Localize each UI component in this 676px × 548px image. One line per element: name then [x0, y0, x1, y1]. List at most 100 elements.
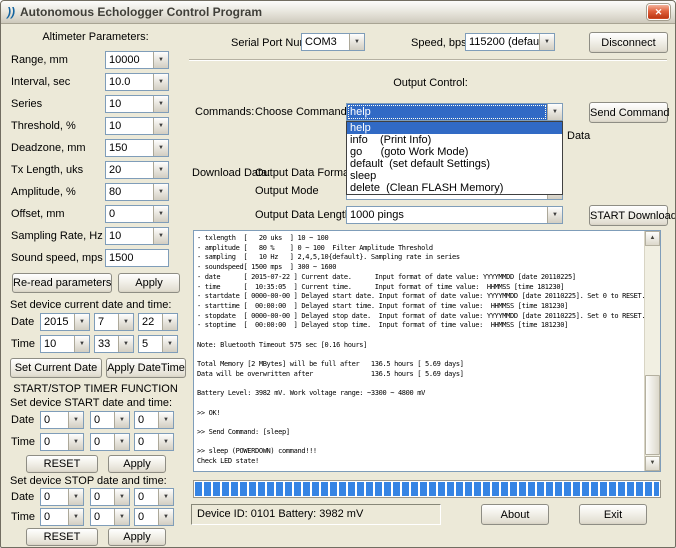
start-month-combo[interactable]: 0 ▼	[90, 411, 130, 429]
deadzone-combo[interactable]: 150 ▼	[105, 139, 169, 157]
start-reset-button[interactable]: RESET	[26, 455, 98, 473]
scroll-up-icon[interactable]: ▲	[645, 231, 660, 246]
chevron-down-icon[interactable]: ▼	[153, 206, 168, 222]
start-second-combo[interactable]: 0 ▼	[134, 433, 174, 451]
start-time-row: Time 0 ▼ 0 ▼ 0 ▼	[4, 433, 187, 453]
chevron-down-icon[interactable]: ▼	[118, 336, 133, 352]
chevron-down-icon[interactable]: ▼	[153, 52, 168, 68]
set-current-date-button[interactable]: Set Current Date	[10, 358, 102, 378]
scrollbar-thumb[interactable]	[645, 375, 660, 455]
stop-day-combo[interactable]: 0 ▼	[134, 488, 174, 506]
combo-value: 0	[91, 412, 114, 428]
chevron-down-icon[interactable]: ▼	[153, 162, 168, 178]
combo-value: 0	[41, 434, 68, 450]
stop-minute-combo[interactable]: 0 ▼	[90, 508, 130, 526]
output-data-length-combo[interactable]: 1000 pings ▼	[346, 206, 563, 224]
chevron-down-icon[interactable]: ▼	[539, 34, 554, 50]
speed-combo[interactable]: 115200 (default) ▼	[465, 33, 555, 51]
start-download-button[interactable]: START Download	[589, 205, 668, 226]
dropdown-option-info[interactable]: info (Print Info)	[347, 134, 562, 146]
chevron-down-icon[interactable]: ▼	[68, 434, 83, 450]
app-window: )) Autonomous Echologger Control Program…	[0, 0, 676, 548]
start-year-combo[interactable]: 0 ▼	[40, 411, 84, 429]
chevron-down-icon[interactable]: ▼	[114, 434, 129, 450]
scrollbar-track[interactable]	[645, 246, 660, 456]
range-combo[interactable]: 10000 ▼	[105, 51, 169, 69]
chevron-down-icon[interactable]: ▼	[74, 336, 89, 352]
current-second-combo[interactable]: 5 ▼	[138, 335, 178, 353]
stop-reset-button[interactable]: RESET	[26, 528, 98, 546]
title-bar[interactable]: )) Autonomous Echologger Control Program…	[1, 1, 675, 24]
apply-parameters-button[interactable]: Apply	[118, 273, 180, 293]
param-row: Series 10 ▼	[4, 95, 187, 115]
amplitude-combo[interactable]: 80 ▼	[105, 183, 169, 201]
start-hour-combo[interactable]: 0 ▼	[40, 433, 84, 451]
chevron-down-icon[interactable]: ▼	[158, 489, 173, 505]
stop-second-combo[interactable]: 0 ▼	[134, 508, 174, 526]
dropdown-option-delete[interactable]: delete (Clean FLASH Memory)	[347, 182, 562, 194]
current-month-combo[interactable]: 7 ▼	[94, 313, 134, 331]
terminal-scrollbar[interactable]: ▲ ▼	[644, 231, 660, 471]
close-button[interactable]: ✕	[647, 4, 670, 20]
start-day-combo[interactable]: 0 ▼	[134, 411, 174, 429]
chevron-down-icon[interactable]: ▼	[153, 184, 168, 200]
interval-combo[interactable]: 10.0 ▼	[105, 73, 169, 91]
apply-datetime-button[interactable]: Apply DateTime	[106, 358, 186, 378]
chevron-down-icon[interactable]: ▼	[68, 509, 83, 525]
start-buttons-row: RESET Apply	[4, 455, 187, 475]
chevron-down-icon[interactable]: ▼	[114, 509, 129, 525]
current-hour-combo[interactable]: 10 ▼	[40, 335, 90, 353]
date-label: Date	[11, 491, 34, 503]
stop-year-combo[interactable]: 0 ▼	[40, 488, 84, 506]
current-year-combo[interactable]: 2015 ▼	[40, 313, 90, 331]
chevron-down-icon[interactable]: ▼	[153, 140, 168, 156]
chevron-down-icon[interactable]: ▼	[349, 34, 364, 50]
stop-month-combo[interactable]: 0 ▼	[90, 488, 130, 506]
chevron-down-icon[interactable]: ▼	[158, 509, 173, 525]
chevron-down-icon[interactable]: ▼	[162, 336, 177, 352]
chevron-down-icon[interactable]: ▼	[74, 314, 89, 330]
sound-speed-input[interactable]	[105, 249, 169, 267]
stop-apply-button[interactable]: Apply	[108, 528, 166, 546]
serial-port-combo[interactable]: COM3 ▼	[301, 33, 365, 51]
chevron-down-icon[interactable]: ▼	[68, 412, 83, 428]
dropdown-option-sleep[interactable]: sleep	[347, 170, 562, 182]
chevron-down-icon[interactable]: ▼	[158, 434, 173, 450]
about-button[interactable]: About	[481, 504, 549, 525]
disconnect-button[interactable]: Disconnect	[589, 32, 668, 53]
start-apply-button[interactable]: Apply	[108, 455, 166, 473]
chevron-down-icon[interactable]: ▼	[68, 489, 83, 505]
chevron-down-icon[interactable]: ▼	[153, 96, 168, 112]
dropdown-option-default[interactable]: default (set default Settings)	[347, 158, 562, 170]
exit-button[interactable]: Exit	[579, 504, 647, 525]
param-row: Range, mm 10000 ▼	[4, 51, 187, 71]
chevron-down-icon[interactable]: ▼	[118, 314, 133, 330]
reread-parameters-button[interactable]: Re-read parameters	[12, 273, 112, 293]
dropdown-option-help[interactable]: help	[347, 122, 562, 134]
current-day-combo[interactable]: 22 ▼	[138, 313, 178, 331]
chevron-down-icon[interactable]: ▼	[158, 412, 173, 428]
chevron-down-icon[interactable]: ▼	[153, 74, 168, 90]
sampling-rate-combo[interactable]: 10 ▼	[105, 227, 169, 245]
dropdown-option-go[interactable]: go (goto Work Mode)	[347, 146, 562, 158]
scroll-down-icon[interactable]: ▼	[645, 456, 660, 471]
chevron-down-icon[interactable]: ▼	[547, 207, 562, 223]
current-minute-combo[interactable]: 33 ▼	[94, 335, 134, 353]
stop-hour-combo[interactable]: 0 ▼	[40, 508, 84, 526]
combo-value: 20	[106, 162, 153, 178]
app-icon[interactable]: ))	[7, 4, 15, 20]
send-command-button[interactable]: Send Command	[589, 102, 668, 123]
tx-length-combo[interactable]: 20 ▼	[105, 161, 169, 179]
chevron-down-icon[interactable]: ▼	[162, 314, 177, 330]
threshold-combo[interactable]: 10 ▼	[105, 117, 169, 135]
terminal-output[interactable]: - txlength [ 20 uks ] 10 ~ 100 - amplitu…	[193, 230, 661, 472]
chevron-down-icon[interactable]: ▼	[153, 118, 168, 134]
offset-combo[interactable]: 0 ▼	[105, 205, 169, 223]
command-combo[interactable]: help ▼	[346, 103, 563, 121]
chevron-down-icon[interactable]: ▼	[153, 228, 168, 244]
start-minute-combo[interactable]: 0 ▼	[90, 433, 130, 451]
series-combo[interactable]: 10 ▼	[105, 95, 169, 113]
chevron-down-icon[interactable]: ▼	[114, 489, 129, 505]
chevron-down-icon[interactable]: ▼	[114, 412, 129, 428]
chevron-down-icon[interactable]: ▼	[547, 104, 562, 120]
